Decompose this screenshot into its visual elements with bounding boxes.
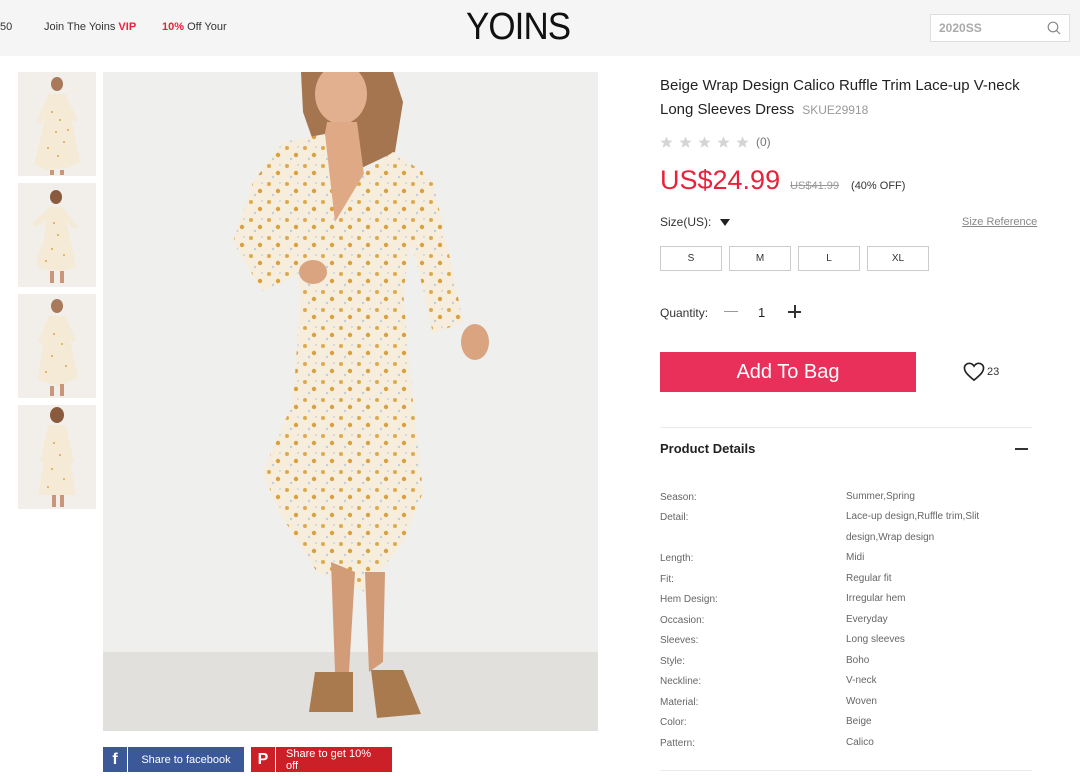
star-icon bbox=[660, 136, 673, 148]
divider bbox=[660, 770, 1032, 771]
add-to-bag-button[interactable]: Add To Bag bbox=[660, 352, 916, 392]
spec-key: Season: bbox=[660, 492, 697, 503]
spec-value: Summer,Spring bbox=[846, 491, 915, 502]
star-icon bbox=[679, 136, 692, 148]
star-icon bbox=[717, 136, 730, 148]
spec-value: Regular fit bbox=[846, 573, 892, 584]
spec-value: Boho bbox=[846, 655, 870, 666]
quantity-decrease-button[interactable] bbox=[724, 304, 738, 320]
size-option-m[interactable]: M bbox=[729, 246, 791, 271]
spec-key: Neckline: bbox=[660, 676, 702, 687]
size-option-s[interactable]: S bbox=[660, 246, 722, 271]
promo-discount-suffix: Off Your bbox=[184, 21, 227, 33]
spec-value: Everyday bbox=[846, 614, 888, 625]
star-icon bbox=[698, 136, 711, 148]
promo-vip-highlight: VIP bbox=[118, 21, 137, 33]
product-title: Beige Wrap Design Calico Ruffle Trim Lac… bbox=[660, 74, 1040, 122]
search-input[interactable] bbox=[931, 15, 1039, 41]
quantity-label: Quantity: bbox=[660, 306, 709, 320]
size-reference-link[interactable]: Size Reference bbox=[962, 216, 1037, 228]
share-pinterest-button[interactable]: P Share to get 10% off bbox=[251, 747, 392, 772]
size-selector-label[interactable]: Size(US): bbox=[660, 215, 731, 229]
top-bar: 50 Join The Yoins VIP 10% Off Your YOINS bbox=[0, 0, 1080, 56]
thumbnail-4[interactable] bbox=[18, 405, 96, 509]
main-product-image[interactable] bbox=[103, 72, 598, 731]
rating-count: (0) bbox=[756, 135, 771, 149]
spec-key: Material: bbox=[660, 697, 699, 708]
promo-vip-link[interactable]: Join The Yoins VIP bbox=[44, 21, 136, 33]
spec-value: Calico bbox=[846, 737, 874, 748]
promo-text-left[interactable]: 50 bbox=[0, 21, 12, 33]
original-price: US$41.99 bbox=[790, 180, 840, 192]
collapse-icon[interactable] bbox=[1015, 448, 1028, 450]
spec-key: Detail: bbox=[660, 512, 689, 523]
spec-key: Color: bbox=[660, 717, 687, 728]
wishlist-count: 23 bbox=[987, 366, 1000, 378]
quantity-value[interactable]: 1 bbox=[758, 305, 765, 320]
promo-discount-highlight: 10% bbox=[162, 21, 185, 33]
pinterest-icon: P bbox=[251, 747, 276, 772]
spec-key: Occasion: bbox=[660, 615, 705, 626]
size-option-xl[interactable]: XL bbox=[867, 246, 929, 271]
spec-key: Pattern: bbox=[660, 738, 696, 749]
caret-down-icon bbox=[720, 218, 731, 226]
size-option-l[interactable]: L bbox=[798, 246, 860, 271]
product-details-heading[interactable]: Product Details bbox=[660, 441, 755, 456]
share-pinterest-label: Share to get 10% off bbox=[276, 747, 392, 772]
divider bbox=[660, 427, 1032, 428]
search-box bbox=[930, 14, 1070, 42]
spec-value: Woven bbox=[846, 696, 877, 707]
dress-thumbnail-image bbox=[18, 183, 96, 287]
spec-key: Sleeves: bbox=[660, 635, 699, 646]
spec-value: Midi bbox=[846, 552, 865, 563]
spec-value: Long sleeves bbox=[846, 634, 905, 645]
site-logo[interactable]: YOINS bbox=[466, 6, 571, 49]
spec-value: Beige bbox=[846, 716, 872, 727]
spec-key: Fit: bbox=[660, 574, 674, 585]
size-label-text: Size(US): bbox=[660, 215, 712, 229]
heart-icon bbox=[963, 362, 985, 382]
spec-value: Lace-up design,Ruffle trim,Slit design,W… bbox=[846, 511, 980, 543]
promo-vip-prefix: Join The Yoins bbox=[44, 21, 119, 33]
thumbnail-2[interactable] bbox=[18, 183, 96, 287]
dress-thumbnail-image bbox=[18, 294, 96, 398]
spec-value: V-neck bbox=[846, 675, 877, 686]
spec-key: Style: bbox=[660, 656, 686, 667]
share-facebook-button[interactable]: f Share to facebook bbox=[103, 747, 244, 772]
spec-key: Hem Design: bbox=[660, 594, 718, 605]
thumbnail-1[interactable] bbox=[18, 72, 96, 176]
quantity-increase-button[interactable] bbox=[788, 305, 801, 318]
wishlist-button[interactable]: 23 bbox=[963, 362, 999, 382]
facebook-icon: f bbox=[103, 747, 128, 772]
dress-thumbnail-image bbox=[18, 72, 96, 176]
promo-discount-link[interactable]: 10% Off Your bbox=[162, 21, 227, 33]
price-row: US$24.99 US$41.99 (40% OFF) bbox=[660, 165, 905, 196]
product-rating[interactable]: (0) bbox=[660, 135, 771, 149]
spec-key: Length: bbox=[660, 553, 694, 564]
star-icon bbox=[736, 136, 749, 148]
search-icon[interactable] bbox=[1047, 21, 1061, 35]
dress-model-image bbox=[103, 72, 598, 731]
dress-thumbnail-image bbox=[18, 405, 96, 509]
sale-price: US$24.99 bbox=[660, 165, 781, 195]
spec-value: Irregular hem bbox=[846, 593, 906, 604]
discount-badge: (40% OFF) bbox=[851, 180, 906, 192]
product-sku: SKUE29918 bbox=[802, 103, 869, 117]
thumbnail-3[interactable] bbox=[18, 294, 96, 398]
share-facebook-label: Share to facebook bbox=[128, 747, 244, 772]
